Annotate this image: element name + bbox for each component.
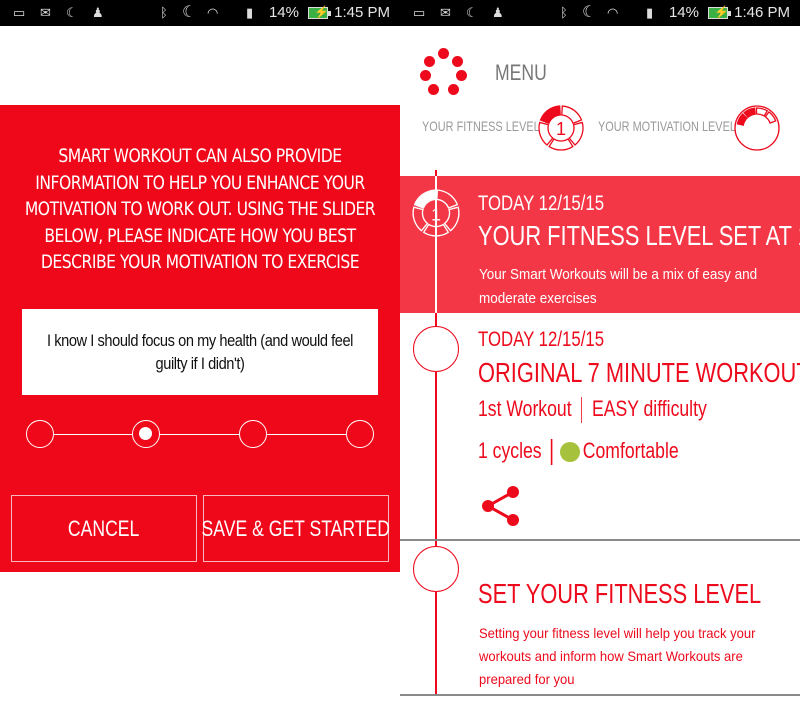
feeling-indicator-icon [559, 442, 580, 463]
card-divider [400, 694, 800, 696]
fitness-level-badge-icon: 1 [412, 189, 460, 237]
timeline-node-workout [413, 326, 459, 372]
battery-percent: 14% [668, 4, 699, 21]
moon-icon: ☾ [582, 4, 597, 21]
wifi-icon: ◠ [207, 5, 219, 20]
cancel-button[interactable]: CANCEL [11, 495, 197, 562]
workout-number: 1st Workout [478, 396, 572, 421]
selected-answer-box: I know I should focus on my health (and … [22, 309, 378, 395]
moon-icon: ☾ [66, 5, 78, 20]
workout-title[interactable]: ORIGINAL 7 MINUTE WORKOUT [478, 357, 800, 389]
status-bar: ▭ ✉ ☾ ♟ ᛒ ☾ ◠ ▮ 14% ⚡ 1:46 PM [400, 0, 800, 26]
motivation-level-label: YOUR MOTIVATION LEVEL [598, 118, 736, 134]
slider-step-3[interactable] [239, 420, 267, 448]
battery-charging-icon: ⚡ [308, 5, 331, 19]
gauge-segment-empty [755, 107, 769, 117]
save-label: SAVE & GET STARTED [201, 515, 391, 541]
bluetooth-icon: ᛒ [160, 5, 168, 20]
motivation-dialog: SMART WORKOUT CAN ALSO PROVIDE INFORMATI… [0, 105, 400, 572]
cancel-label: CANCEL [68, 515, 140, 541]
gauge-segment-empty [443, 206, 460, 232]
card-date: TODAY 12/15/15 [478, 328, 605, 351]
fitness-level-gauge[interactable]: 1 [537, 104, 585, 152]
sd-card-icon: ▮ [646, 5, 654, 20]
wifi-icon: ◠ [607, 5, 619, 20]
save-and-get-started-button[interactable]: SAVE & GET STARTED [201, 495, 391, 562]
workout-cycles: 1 cycles [478, 438, 542, 463]
status-bar: ▭ ✉ ☾ ♟ ᛒ ☾ ◠ ▮ 14% ⚡ 1:45 PM [0, 0, 400, 26]
android-debug-icon: ♟ [492, 5, 504, 20]
gauge-segment-empty [412, 206, 429, 232]
motivation-slider[interactable] [26, 419, 374, 449]
menu-button[interactable]: MENU [495, 60, 547, 86]
android-debug-icon: ♟ [92, 5, 104, 20]
slider-step-4[interactable] [346, 420, 374, 448]
battery-percent: 14% [268, 4, 299, 21]
slider-step-1[interactable] [26, 420, 54, 448]
fitness-level-label: YOUR FITNESS LEVEL [422, 118, 540, 134]
gauge-segment-empty [422, 223, 450, 237]
gallery-icon: ▭ [13, 5, 26, 20]
separator [581, 397, 583, 424]
workout-meta-row-1: 1st Workout EASY difficulty [478, 396, 707, 424]
timeline-node-set-fitness [413, 546, 459, 592]
mail-icon: ✉ [440, 5, 451, 20]
moon-icon: ☾ [466, 5, 478, 20]
selected-answer-text: I know I should focus on my health (and … [46, 331, 354, 373]
share-icon[interactable] [480, 484, 522, 528]
slider-step-2-selected[interactable] [132, 420, 160, 448]
left-screen: ▭ ✉ ☾ ♟ ᛒ ☾ ◠ ▮ 14% ⚡ 1:45 PM SMART WORK… [0, 0, 400, 711]
card-title: YOUR FITNESS LEVEL SET AT 1 [478, 220, 800, 251]
mail-icon: ✉ [40, 5, 51, 20]
bluetooth-icon: ᛒ [560, 5, 568, 20]
workout-meta-row-2: 1 cycles Comfortable [478, 438, 679, 466]
card-divider [400, 539, 800, 541]
sd-card-icon: ▮ [246, 5, 254, 20]
workout-difficulty: EASY difficulty [591, 396, 707, 421]
gauge-segment-empty [538, 121, 554, 146]
menu-dots-icon[interactable] [420, 48, 468, 100]
gallery-icon: ▭ [413, 5, 426, 20]
fitness-level-value: 1 [556, 119, 566, 139]
right-screen: ▭ ✉ ☾ ♟ ᛒ ☾ ◠ ▮ 14% ⚡ 1:46 PM MENU YOUR … [400, 0, 800, 711]
card-body: Your Smart Workouts will be a mix of eas… [479, 267, 758, 307]
set-fitness-body: Setting your fitness level will help you… [479, 625, 756, 687]
card-date: TODAY 12/15/15 [478, 192, 605, 215]
dialog-prompt: SMART WORKOUT CAN ALSO PROVIDE INFORMATI… [24, 145, 376, 273]
set-fitness-title[interactable]: SET YOUR FITNESS LEVEL [478, 578, 761, 610]
gauge-segment-empty [548, 138, 574, 151]
badge-level-value: 1 [431, 204, 441, 224]
moon-icon: ☾ [182, 4, 197, 21]
clock: 1:46 PM [734, 4, 790, 21]
slider-track [40, 434, 360, 435]
gauge-segment-empty [568, 121, 584, 146]
separator [551, 439, 553, 466]
timeline-card-fitness-set[interactable]: 1 TODAY 12/15/15 YOUR FITNESS LEVEL SET … [400, 176, 800, 313]
clock: 1:45 PM [334, 4, 390, 21]
battery-charging-icon: ⚡ [708, 5, 731, 19]
motivation-level-gauge[interactable] [733, 104, 781, 152]
workout-feeling: Comfortable [582, 438, 679, 463]
